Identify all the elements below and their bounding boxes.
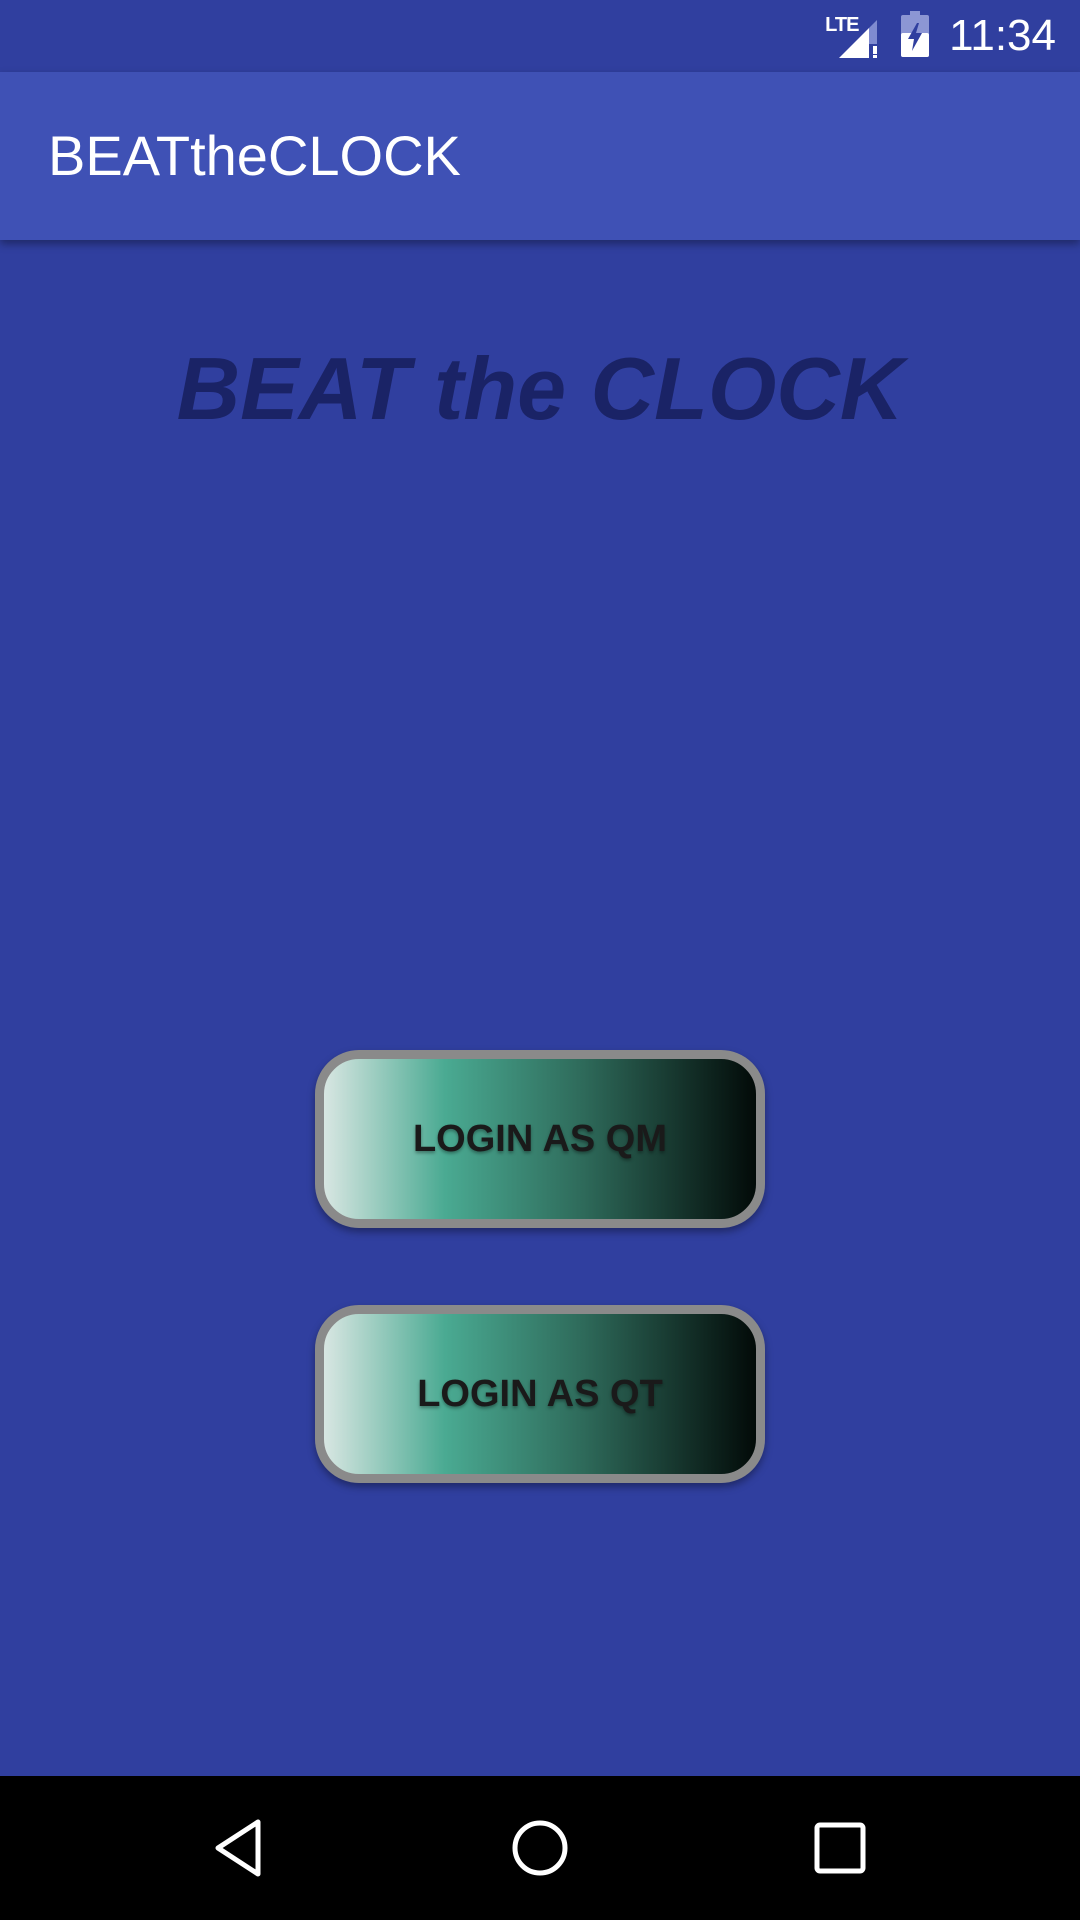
status-bar: LTE 11:34 — [0, 0, 1080, 72]
main-content: BEAT the CLOCK LOGIN AS QM LOGIN AS QT — [0, 240, 1080, 1776]
home-icon — [512, 1820, 568, 1876]
recents-icon — [814, 1822, 866, 1874]
clock: 11:34 — [949, 11, 1056, 60]
login-as-qm-label: LOGIN AS QM — [412, 1117, 668, 1160]
app-title: BEATtheCLOCK — [48, 124, 461, 187]
navigation-bar — [0, 1776, 1080, 1920]
battery-charging-icon — [901, 11, 930, 61]
login-as-qt-button[interactable]: LOGIN AS QT — [315, 1305, 765, 1483]
login-as-qm-button[interactable]: LOGIN AS QM — [315, 1050, 765, 1228]
home-button[interactable] — [468, 1776, 612, 1920]
headline: BEAT the CLOCK — [176, 339, 904, 438]
app-bar: BEATtheCLOCK — [0, 72, 1080, 240]
status-icons: LTE 11:34 — [825, 0, 1056, 72]
back-icon — [215, 1819, 261, 1877]
login-as-qt-label: LOGIN AS QT — [417, 1372, 663, 1415]
back-button[interactable] — [168, 1776, 312, 1920]
signal-icon: LTE — [825, 14, 881, 58]
recents-button[interactable] — [768, 1776, 912, 1920]
